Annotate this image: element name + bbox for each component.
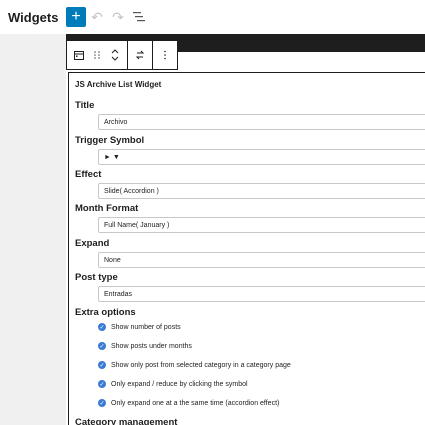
- checkbox-checked-icon[interactable]: ✓: [98, 380, 106, 388]
- effect-select[interactable]: Slide( Accordion ): [98, 183, 425, 199]
- editor-canvas: JS Archive List Widget Title Archivo Tri…: [66, 34, 425, 425]
- checkbox-checked-icon[interactable]: ✓: [98, 399, 106, 407]
- post-type-select[interactable]: Entradas: [98, 286, 425, 302]
- checkbox-label: Show only post from selected category in…: [111, 361, 291, 369]
- block-toolbar: [66, 40, 178, 70]
- checkbox-label: Only expand one at a the same time (acco…: [111, 399, 280, 407]
- checkbox-row[interactable]: ✓ Show only post from selected category …: [98, 361, 291, 369]
- checkbox-row[interactable]: ✓ Show posts under months: [98, 342, 192, 350]
- checkbox-checked-icon[interactable]: ✓: [98, 342, 106, 350]
- list-view-icon[interactable]: [129, 7, 149, 27]
- title-input[interactable]: Archivo: [98, 114, 425, 130]
- block-toolbar-group: [128, 41, 153, 69]
- expand-select[interactable]: None: [98, 252, 425, 268]
- checkbox-label: Only expand / reduce by clicking the sym…: [111, 380, 248, 388]
- add-block-button[interactable]: +: [66, 7, 86, 27]
- drag-handle-icon[interactable]: [88, 43, 106, 67]
- trigger-symbol-select[interactable]: ► ▼: [98, 149, 425, 165]
- header-toolbar: Widgets + ↶ ↷: [0, 0, 425, 34]
- title-label: Title: [75, 100, 95, 111]
- checkbox-label: Show posts under months: [111, 342, 192, 350]
- more-options-icon[interactable]: [156, 43, 174, 67]
- block-toolbar-group: [153, 41, 177, 69]
- undo-icon[interactable]: ↶: [87, 7, 107, 27]
- checkbox-checked-icon[interactable]: ✓: [98, 361, 106, 369]
- page-title: Widgets: [8, 9, 59, 25]
- redo-icon[interactable]: ↷: [108, 7, 128, 27]
- transform-icon[interactable]: [131, 43, 149, 67]
- left-pane: [0, 34, 66, 425]
- month-format-select[interactable]: Full Name( January ): [98, 217, 425, 233]
- extra-options-label: Extra options: [75, 307, 136, 318]
- post-type-label: Post type: [75, 272, 118, 283]
- move-up-down-icon[interactable]: [106, 43, 124, 67]
- widget-title: JS Archive List Widget: [75, 80, 162, 89]
- expand-label: Expand: [75, 238, 110, 249]
- trigger-symbol-label: Trigger Symbol: [75, 135, 145, 146]
- checkbox-checked-icon[interactable]: ✓: [98, 323, 106, 331]
- checkbox-label: Show number of posts: [111, 323, 181, 331]
- checkbox-row[interactable]: ✓ Show number of posts: [98, 323, 181, 331]
- effect-label: Effect: [75, 169, 102, 180]
- category-management-label: Category management: [75, 417, 178, 425]
- block-toolbar-group: [67, 41, 128, 69]
- calendar-icon[interactable]: [70, 43, 88, 67]
- month-format-label: Month Format: [75, 203, 139, 214]
- checkbox-row[interactable]: ✓ Only expand one at a the same time (ac…: [98, 399, 279, 407]
- archive-widget-form: JS Archive List Widget Title Archivo Tri…: [68, 72, 425, 425]
- checkbox-row[interactable]: ✓ Only expand / reduce by clicking the s…: [98, 380, 248, 388]
